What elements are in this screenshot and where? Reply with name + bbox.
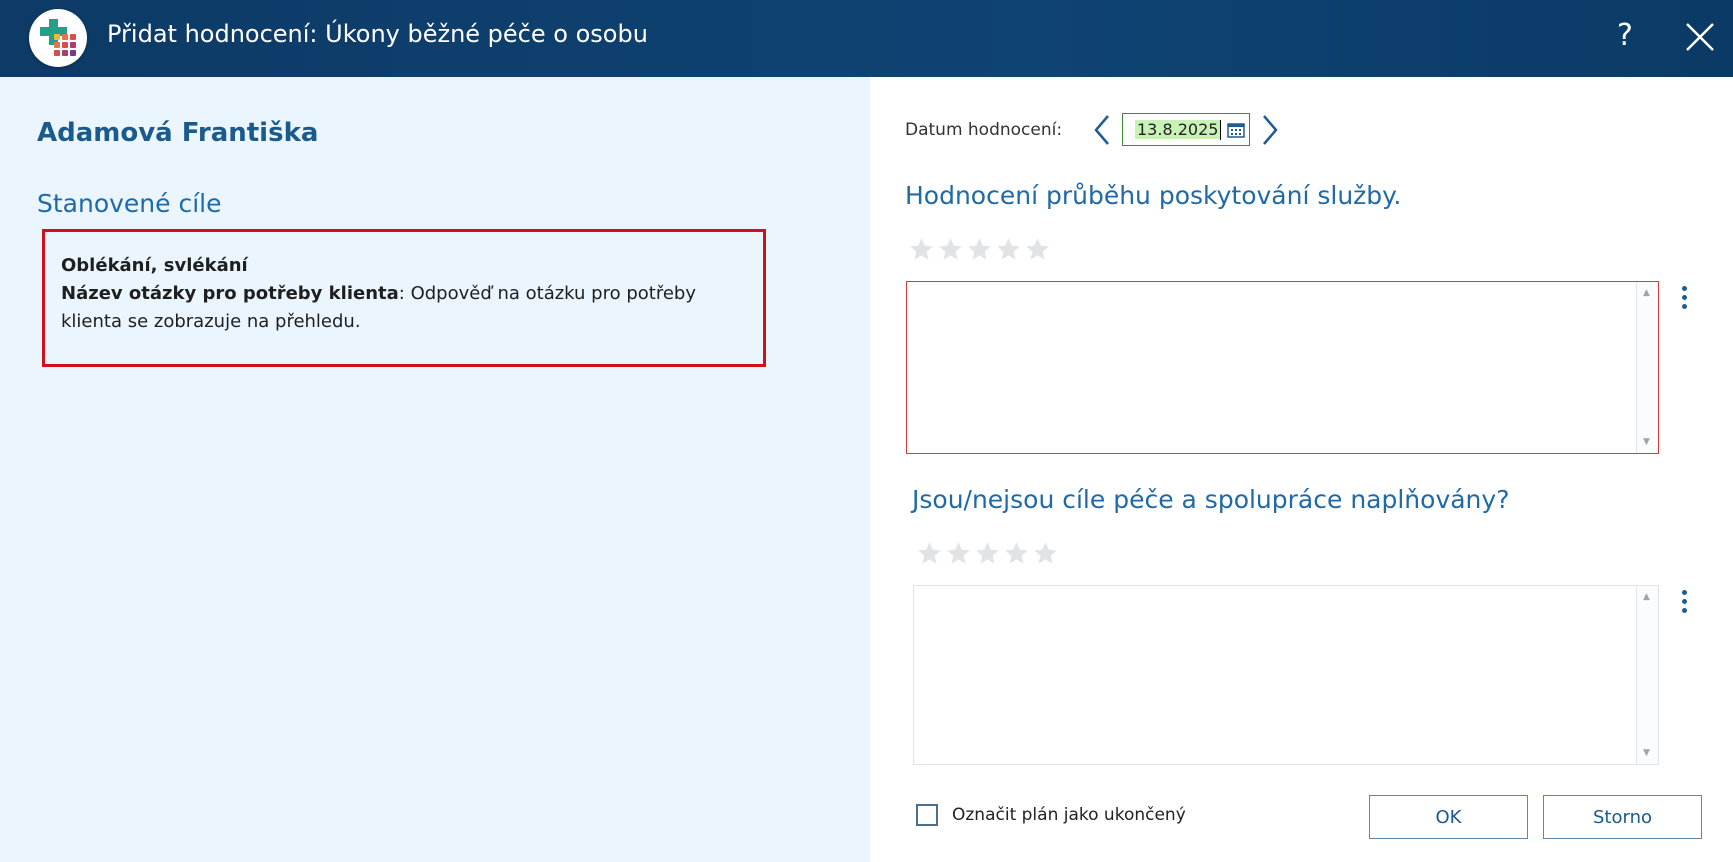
star-icon[interactable]: [1003, 540, 1030, 567]
scroll-up-icon[interactable]: ▲: [1643, 288, 1650, 298]
scroll-down-icon[interactable]: ▼: [1643, 437, 1650, 447]
help-button[interactable]: ?: [1617, 18, 1633, 53]
cancel-button[interactable]: Storno: [1543, 795, 1702, 839]
question-1-heading: Hodnocení průběhu poskytování služby.: [905, 181, 1402, 210]
ok-button[interactable]: OK: [1369, 795, 1528, 839]
goal-description: Název otázky pro potřeby klienta: Odpově…: [61, 280, 747, 336]
star-icon[interactable]: [908, 236, 935, 263]
close-icon: [1686, 23, 1714, 51]
window-title: Přidat hodnocení: Úkony běžné péče o oso…: [107, 20, 648, 48]
title-bar: Přidat hodnocení: Úkony běžné péče o oso…: [0, 0, 1733, 77]
star-icon[interactable]: [974, 540, 1001, 567]
right-panel: Datum hodnocení: 13.8.2025 Hodnocení prů…: [870, 77, 1733, 862]
left-panel: Adamová Františka Stanovené cíle Oblékán…: [0, 77, 870, 862]
scroll-up-icon[interactable]: ▲: [1643, 592, 1650, 602]
goals-heading: Stanovené cíle: [37, 189, 222, 218]
date-value: 13.8.2025: [1135, 120, 1221, 139]
question-1-textarea[interactable]: ▲ ▼: [906, 281, 1659, 454]
calendar-icon[interactable]: [1227, 122, 1245, 138]
date-label: Datum hodnocení:: [905, 120, 1063, 140]
chevron-right-icon: [1263, 115, 1278, 145]
question-1-more-button[interactable]: [1678, 286, 1690, 316]
question-1-scrollbar[interactable]: ▲ ▼: [1636, 282, 1658, 453]
goal-question-label: Název otázky pro potřeby klienta: [61, 283, 399, 304]
star-icon[interactable]: [1032, 540, 1059, 567]
goal-card: Oblékání, svlékání Název otázky pro potř…: [42, 229, 766, 367]
star-icon[interactable]: [945, 540, 972, 567]
checkbox-box[interactable]: [916, 804, 938, 826]
goal-title: Oblékání, svlékání: [61, 255, 248, 276]
star-icon[interactable]: [916, 540, 943, 567]
date-input[interactable]: 13.8.2025: [1122, 113, 1250, 146]
question-2-textarea[interactable]: ▲ ▼: [913, 585, 1659, 765]
client-name: Adamová Františka: [37, 118, 319, 148]
question-2-scrollbar[interactable]: ▲ ▼: [1636, 586, 1658, 764]
chevron-left-icon: [1094, 115, 1109, 145]
question-2-more-button[interactable]: [1678, 590, 1690, 620]
scroll-down-icon[interactable]: ▼: [1643, 748, 1650, 758]
text-cursor: [1220, 120, 1221, 140]
question-2-rating[interactable]: [916, 540, 1059, 567]
star-icon[interactable]: [937, 236, 964, 263]
app-logo-icon: [29, 9, 87, 67]
question-2-heading: Jsou/nejsou cíle péče a spolupráce naplň…: [912, 485, 1510, 514]
star-icon[interactable]: [1024, 236, 1051, 263]
close-button[interactable]: [1683, 20, 1717, 54]
checkbox-label[interactable]: Označit plán jako ukončený: [952, 805, 1186, 825]
star-icon[interactable]: [966, 236, 993, 263]
next-date-button[interactable]: [1260, 113, 1280, 147]
previous-date-button[interactable]: [1092, 113, 1112, 147]
star-icon[interactable]: [995, 236, 1022, 263]
question-1-rating[interactable]: [908, 236, 1051, 263]
question-2-text[interactable]: [914, 586, 1658, 764]
question-1-text[interactable]: [907, 282, 1658, 453]
mark-plan-finished-checkbox[interactable]: Označit plán jako ukončený: [916, 804, 1186, 826]
